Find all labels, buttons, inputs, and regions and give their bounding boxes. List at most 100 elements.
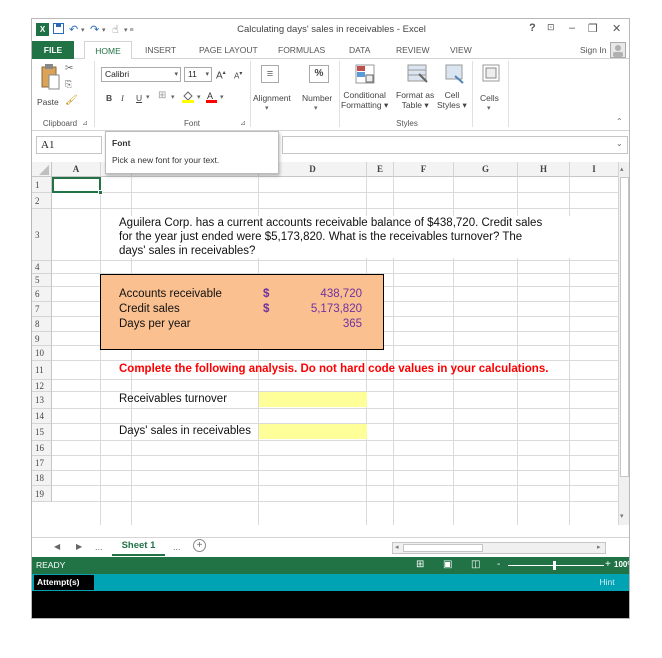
row-header-4[interactable]: 4 — [32, 261, 52, 274]
close-icon[interactable]: ✕ — [612, 22, 621, 35]
horizontal-scroll-thumb[interactable] — [403, 544, 483, 552]
sheet-ellipsis-left[interactable]: ... — [95, 542, 103, 552]
ribbon-display-icon[interactable]: ⊡ — [547, 22, 555, 33]
vertical-scrollbar[interactable]: ▴ ▾ — [618, 162, 629, 525]
format-painter-icon[interactable]: 🖌 — [65, 95, 78, 106]
cells-icon[interactable] — [482, 64, 500, 84]
fill-handle[interactable] — [98, 190, 103, 195]
zoom-in-icon[interactable]: + — [605, 559, 611, 570]
row-header-18[interactable]: 18 — [32, 471, 52, 486]
row-header-12[interactable]: 12 — [32, 380, 52, 392]
row-header-16[interactable]: 16 — [32, 441, 52, 456]
help-icon[interactable]: ? — [529, 22, 536, 34]
row-header-6[interactable]: 6 — [32, 287, 52, 302]
column-header-g[interactable]: G — [454, 162, 518, 177]
collapse-ribbon-icon[interactable]: ⌃ — [616, 117, 623, 126]
row-header-17[interactable]: 17 — [32, 456, 52, 471]
conditional-formatting-icon[interactable] — [355, 64, 375, 86]
underline-dropdown-icon[interactable]: ▾ — [146, 93, 150, 103]
sheet-prev-icon[interactable]: ◀ — [54, 542, 60, 551]
font-name-input[interactable]: Calibri ▾ — [101, 67, 181, 82]
selected-cell-a1[interactable] — [52, 177, 101, 193]
increase-font-icon[interactable]: A▴ — [216, 68, 226, 81]
fill-color-icon[interactable] — [182, 90, 194, 105]
column-header-a[interactable]: A — [52, 162, 101, 177]
borders-dropdown-icon[interactable]: ▾ — [171, 93, 175, 103]
italic-button[interactable]: I — [121, 93, 124, 103]
sheet-ellipsis-right[interactable]: ... — [173, 542, 181, 552]
format-as-table-button[interactable]: Format as Table ▾ — [396, 90, 434, 110]
page-layout-view-icon[interactable]: ▣ — [443, 559, 452, 570]
row-header-1[interactable]: 1 — [32, 177, 52, 193]
cell-styles-icon[interactable] — [445, 64, 465, 86]
vertical-scroll-thumb[interactable] — [620, 177, 629, 477]
decrease-font-icon[interactable]: A▾ — [234, 69, 242, 82]
row-header-14[interactable]: 14 — [32, 409, 52, 424]
number-button[interactable]: Number — [302, 93, 332, 103]
new-sheet-icon[interactable]: + — [193, 539, 206, 552]
alignment-icon[interactable]: ≡ — [261, 65, 279, 83]
sheet-next-icon[interactable]: ▶ — [76, 542, 82, 551]
font-launcher-icon[interactable]: ⊿ — [240, 119, 246, 127]
scroll-left-icon[interactable]: ◂ — [395, 543, 399, 551]
tab-page-layout[interactable]: PAGE LAYOUT — [199, 45, 258, 55]
font-color-icon[interactable]: A — [206, 90, 217, 105]
name-box[interactable]: A1 — [36, 136, 102, 154]
copy-icon[interactable]: ⎘ — [65, 79, 72, 90]
cell-styles-button[interactable]: Cell Styles ▾ — [437, 90, 467, 110]
page-break-view-icon[interactable]: ◫ — [471, 559, 480, 570]
scroll-right-icon[interactable]: ▸ — [597, 543, 601, 551]
row-header-19[interactable]: 19 — [32, 486, 52, 502]
row-header-5[interactable]: 5 — [32, 274, 52, 287]
minimize-icon[interactable]: – — [569, 22, 575, 34]
sheet-tab-sheet1[interactable]: Sheet 1 — [112, 538, 165, 556]
hint-button[interactable]: Hint — [587, 575, 627, 590]
restore-icon[interactable]: ❐ — [588, 22, 598, 35]
zoom-level[interactable]: 100% — [614, 560, 629, 569]
paste-icon[interactable] — [40, 63, 60, 93]
worksheet-grid[interactable]: ABCDEFGHIJ 12345678910111213141516171819… — [32, 162, 618, 525]
column-header-e[interactable]: E — [367, 162, 394, 177]
underline-button[interactable]: U — [136, 93, 142, 103]
row-header-2[interactable]: 2 — [32, 193, 52, 209]
tab-home[interactable]: HOME — [84, 41, 132, 60]
column-header-f[interactable]: F — [394, 162, 454, 177]
fill-color-dropdown-icon[interactable]: ▾ — [197, 93, 201, 103]
column-header-h[interactable]: H — [518, 162, 570, 177]
cells-button[interactable]: Cells — [480, 93, 499, 103]
column-header-i[interactable]: I — [570, 162, 618, 177]
scroll-down-icon[interactable]: ▾ — [620, 512, 624, 520]
expand-formula-icon[interactable]: ⌄ — [616, 139, 623, 148]
percent-icon[interactable]: % — [309, 65, 329, 83]
zoom-out-icon[interactable]: - — [497, 559, 500, 570]
row-header-10[interactable]: 10 — [32, 346, 52, 361]
borders-icon[interactable]: ⊞ — [158, 91, 166, 101]
row-header-11[interactable]: 11 — [32, 361, 52, 380]
conditional-formatting-button[interactable]: Conditional Formatting ▾ — [341, 90, 388, 110]
row-header-3[interactable]: 3 — [32, 209, 52, 261]
font-color-dropdown-icon[interactable]: ▾ — [220, 93, 224, 103]
row-header-8[interactable]: 8 — [32, 317, 52, 332]
tab-review[interactable]: REVIEW — [396, 45, 430, 55]
tab-data[interactable]: DATA — [349, 45, 370, 55]
bold-button[interactable]: B — [106, 93, 112, 103]
row-header-7[interactable]: 7 — [32, 302, 52, 317]
row-header-9[interactable]: 9 — [32, 332, 52, 346]
tab-file[interactable]: FILE — [32, 41, 74, 59]
tab-insert[interactable]: INSERT — [145, 45, 176, 55]
cut-icon[interactable]: ✂ — [65, 63, 73, 74]
normal-view-icon[interactable]: ⊞ — [416, 559, 424, 570]
dsr-answer-cell[interactable] — [259, 424, 367, 439]
number-dropdown-icon[interactable]: ▾ — [314, 104, 318, 114]
row-header-15[interactable]: 15 — [32, 424, 52, 441]
clipboard-launcher-icon[interactable]: ⊿ — [82, 119, 88, 127]
formula-input[interactable] — [282, 136, 628, 154]
select-all-corner[interactable] — [32, 162, 52, 177]
avatar[interactable] — [610, 42, 626, 58]
cells-dropdown-icon[interactable]: ▾ — [487, 104, 491, 114]
turnover-answer-cell[interactable] — [259, 392, 367, 407]
alignment-dropdown-icon[interactable]: ▾ — [265, 104, 269, 114]
tab-formulas[interactable]: FORMULAS — [278, 45, 325, 55]
tab-view[interactable]: VIEW — [450, 45, 472, 55]
sign-in-link[interactable]: Sign In — [580, 45, 606, 55]
